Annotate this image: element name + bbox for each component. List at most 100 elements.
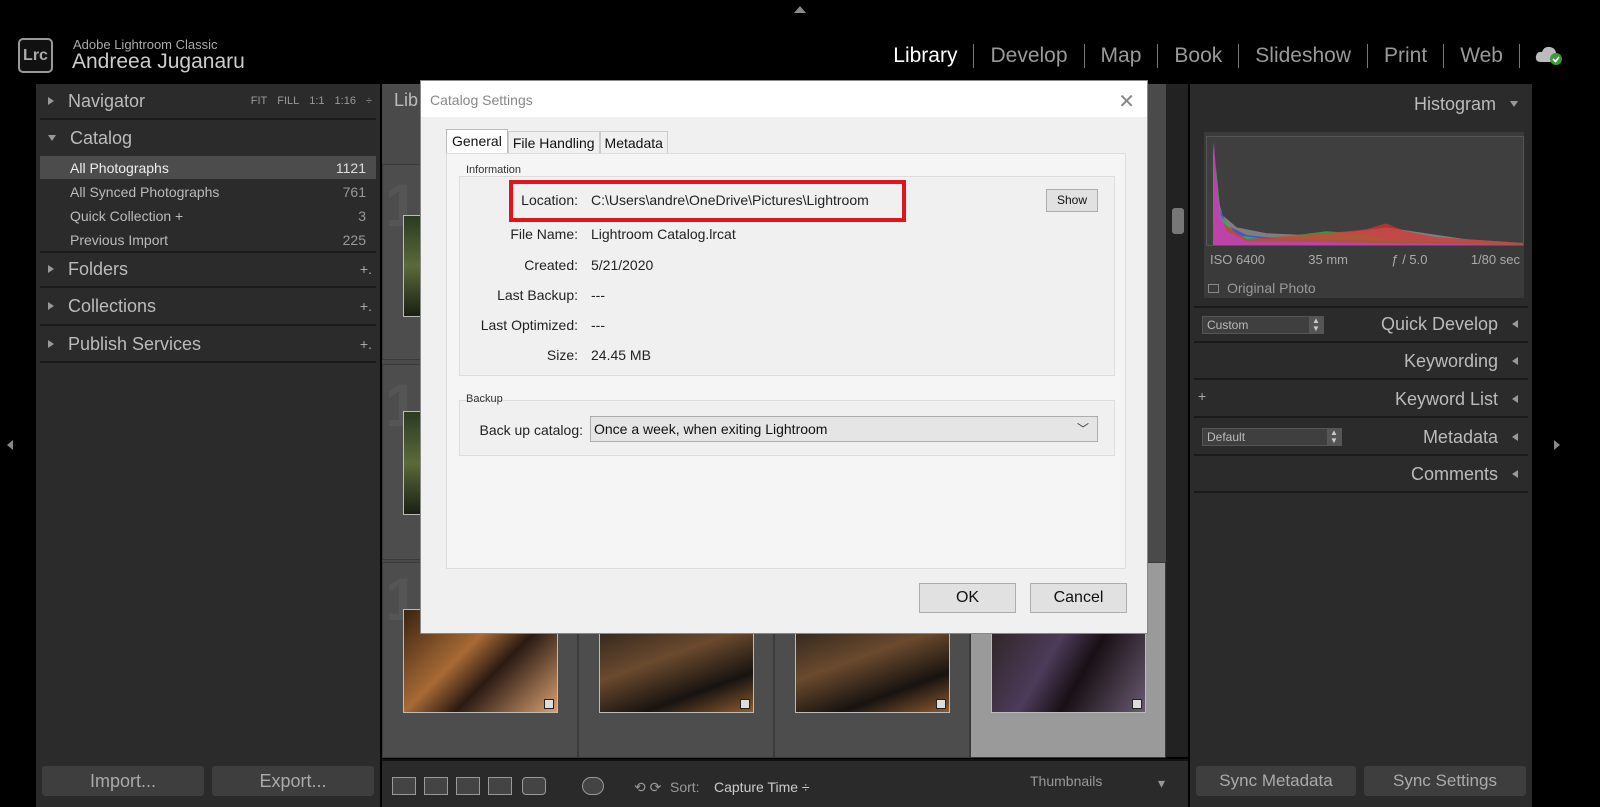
keyword-list-header[interactable]: Keyword List	[1190, 381, 1532, 417]
comments-header[interactable]: Comments	[1190, 456, 1532, 492]
created-value: 5/21/2020	[591, 257, 654, 273]
dialog-titlebar[interactable]: Catalog Settings ✕	[421, 81, 1147, 117]
add-collection-icon[interactable]: +.	[360, 298, 372, 314]
file-name-label: File Name:	[510, 226, 578, 242]
right-panel-toggle-icon[interactable]	[1554, 440, 1560, 450]
sort-select[interactable]: Capture Time ÷	[714, 779, 810, 795]
keyword-list-title: Keyword List	[1394, 388, 1498, 409]
histogram-exif-info: ISO 6400 35 mm ƒ / 5.0 1/80 sec	[1206, 252, 1524, 267]
last-backup-label: Last Backup:	[497, 287, 578, 303]
catalog-item-quick-collection[interactable]: Quick Collection + 3	[40, 204, 376, 227]
divider	[40, 286, 376, 288]
grid-header-label: Lib	[394, 90, 419, 110]
collapse-arrow-icon	[48, 265, 54, 273]
library-toolbar: ⟲ ⟳ Sort: Capture Time ÷ Thumbnails ▾	[382, 759, 1188, 807]
show-location-button[interactable]: Show	[1046, 189, 1098, 212]
collections-header[interactable]: Collections +.	[36, 289, 380, 323]
catalog-item-all-synced[interactable]: All Synced Photographs 761	[40, 180, 376, 203]
module-develop[interactable]: Develop	[974, 44, 1085, 68]
collapse-arrow-icon	[1512, 433, 1518, 441]
add-publish-service-icon[interactable]: +.	[360, 336, 372, 352]
keywording-header[interactable]: Keywording	[1190, 343, 1532, 379]
original-photo-toggle[interactable]: Original Photo	[1208, 280, 1316, 296]
checkbox-icon[interactable]	[1208, 283, 1219, 293]
sync-settings-button[interactable]: Sync Settings	[1364, 766, 1526, 796]
catalog-settings-dialog: Catalog Settings ✕ General File Handling…	[420, 80, 1148, 634]
location-highlight-annotation	[509, 180, 906, 222]
import-button[interactable]: Import...	[42, 766, 204, 796]
histogram-header[interactable]: Histogram	[1190, 86, 1532, 122]
top-panel-toggle-icon[interactable]	[794, 6, 806, 13]
focal-length-value: 35 mm	[1308, 252, 1349, 267]
toolbar-menu-chevron-icon[interactable]: ▾	[1158, 775, 1165, 792]
module-slideshow[interactable]: Slideshow	[1239, 44, 1368, 68]
folders-title: Folders	[68, 258, 129, 279]
grid-scrollbar[interactable]	[1166, 84, 1188, 757]
navigator-header[interactable]: Navigator FIT FILL 1:1 1:16 ÷	[36, 84, 380, 118]
zoom-1-1[interactable]: 1:1	[309, 95, 324, 107]
compare-view-icon[interactable]	[456, 777, 480, 795]
created-label: Created:	[524, 257, 578, 273]
divider	[40, 361, 376, 363]
module-print[interactable]: Print	[1368, 44, 1445, 68]
divider	[40, 118, 376, 120]
zoom-1-16[interactable]: 1:16	[335, 95, 356, 107]
ok-button[interactable]: OK	[919, 583, 1016, 613]
thumbnails-label: Thumbnails	[1030, 773, 1103, 789]
catalog-item-all-photographs[interactable]: All Photographs 1121	[40, 156, 376, 179]
cloud-sync-icon[interactable]	[1534, 44, 1564, 66]
divider	[40, 324, 376, 326]
metadata-header[interactable]: Metadata	[1190, 419, 1532, 455]
painter-icon[interactable]	[582, 777, 604, 795]
export-button[interactable]: Export...	[212, 766, 374, 796]
catalog-item-label: Previous Import	[70, 231, 169, 248]
publish-services-title: Publish Services	[68, 333, 202, 354]
publish-services-header[interactable]: Publish Services +.	[36, 327, 380, 361]
loupe-view-icon[interactable]	[424, 777, 448, 795]
aperture-value: ƒ / 5.0	[1391, 252, 1428, 267]
sync-metadata-button[interactable]: Sync Metadata	[1196, 766, 1356, 796]
rotate-icon[interactable]: ⟲ ⟳	[634, 779, 661, 796]
shutter-speed-value: 1/80 sec	[1470, 252, 1520, 267]
collapse-arrow-icon	[48, 97, 54, 105]
people-view-icon[interactable]	[522, 777, 546, 795]
backup-catalog-label: Back up catalog:	[479, 422, 583, 438]
metadata-badge-icon	[936, 699, 946, 709]
module-library[interactable]: Library	[877, 44, 975, 68]
add-folder-icon[interactable]: +.	[360, 261, 372, 277]
zoom-menu-icon[interactable]: ÷	[366, 95, 372, 107]
catalog-header[interactable]: Catalog	[36, 121, 380, 155]
histogram-graph[interactable]	[1206, 136, 1524, 246]
zoom-fit[interactable]: FIT	[251, 95, 268, 107]
last-optimized-label: Last Optimized:	[480, 317, 578, 333]
survey-view-icon[interactable]	[488, 777, 512, 795]
comments-title: Comments	[1410, 463, 1498, 484]
cancel-button[interactable]: Cancel	[1030, 583, 1127, 613]
module-web[interactable]: Web	[1444, 44, 1520, 68]
identity-plate-name: Andreea Juganaru	[72, 50, 245, 73]
tab-general[interactable]: General	[446, 129, 508, 154]
navigator-title: Navigator	[68, 90, 146, 111]
left-panel-edge	[0, 84, 20, 807]
grid-view-icon[interactable]	[392, 777, 416, 795]
last-optimized-value: ---	[591, 317, 605, 333]
metadata-badge-icon	[1132, 699, 1142, 709]
catalog-item-previous-import[interactable]: Previous Import 225	[40, 228, 376, 251]
file-name-value: Lightroom Catalog.lrcat	[591, 226, 736, 242]
metadata-badge-icon	[544, 699, 554, 709]
left-panel-toggle-icon[interactable]	[7, 440, 13, 450]
module-map[interactable]: Map	[1085, 44, 1159, 68]
expand-arrow-icon	[1510, 101, 1518, 107]
collapse-arrow-icon	[1512, 470, 1518, 478]
backup-frequency-select[interactable]: Once a week, when exiting Lightroom ﹀	[590, 416, 1098, 442]
original-photo-label: Original Photo	[1227, 280, 1316, 296]
module-book[interactable]: Book	[1158, 44, 1240, 68]
catalog-title: Catalog	[70, 127, 133, 148]
catalog-item-label: All Synced Photographs	[70, 183, 220, 200]
folders-header[interactable]: Folders +.	[36, 252, 380, 286]
close-icon[interactable]: ✕	[1118, 89, 1135, 114]
grid-scrollbar-thumb[interactable]	[1172, 208, 1184, 234]
zoom-fill[interactable]: FILL	[277, 95, 299, 107]
quick-develop-header[interactable]: Quick Develop	[1190, 306, 1532, 342]
metadata-title: Metadata	[1422, 426, 1498, 447]
